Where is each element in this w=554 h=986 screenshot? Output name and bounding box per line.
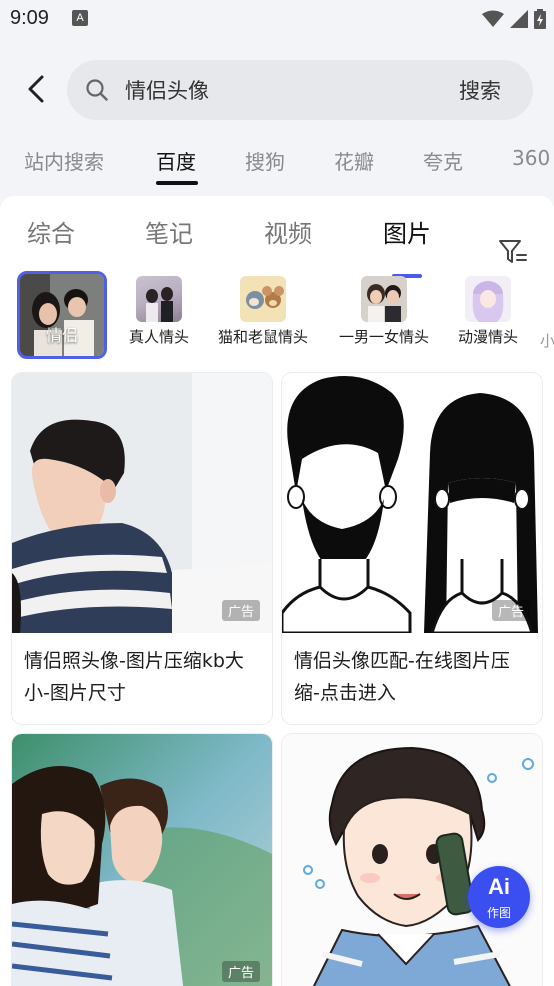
result-card[interactable]: 广告 情侣照头像-图片压缩kb大小-图片尺寸	[12, 373, 272, 724]
ai-draw-button[interactable]: Ai 作图	[468, 866, 530, 928]
wifi-icon	[482, 10, 504, 27]
chip-thumbnail	[136, 276, 182, 322]
tab-huaban[interactable]: 花瓣	[334, 146, 374, 175]
chip-label: 动漫情头	[457, 328, 518, 346]
search-box[interactable]: 搜索	[67, 60, 533, 120]
chip-label: 猫和老鼠情头	[217, 328, 308, 346]
chip-label: 一男一女情头	[338, 328, 429, 346]
filter-icon[interactable]	[498, 238, 528, 266]
ai-label: 作图	[486, 906, 511, 920]
result-card[interactable]: 广告 情侣头像匹配-在线图片压缩-点击进入	[282, 373, 542, 724]
result-caption: 情侣照头像-图片压缩kb大小-图片尺寸	[24, 650, 244, 704]
battery-icon	[534, 9, 546, 29]
result-image: 广告	[12, 734, 272, 986]
status-time: 9:09	[10, 7, 49, 29]
tab-site-search[interactable]: 站内搜索	[24, 146, 104, 175]
related-chips: 情侣 真人情头 猫和老鼠情头 一男一女情头 动漫情头 小	[0, 268, 554, 364]
ad-badge: 广告	[221, 961, 260, 982]
status-bar: 9:09 A	[0, 0, 554, 40]
chevron-left-icon	[28, 75, 44, 103]
tab-baidu[interactable]: 百度	[156, 146, 196, 175]
engine-tabs: 站内搜索 百度 搜狗 花瓣 夸克 360	[0, 140, 554, 190]
content-panel: 综合 笔记 视频 图片 情侣 真人情头 猫和老鼠情头 一男一女情头 动漫情头 小…	[0, 196, 554, 986]
ai-logo: Ai	[488, 874, 510, 899]
active-tab-indicator	[156, 181, 198, 185]
result-caption: 情侣头像匹配-在线图片压缩-点击进入	[294, 650, 510, 704]
search-row: 搜索	[0, 56, 554, 122]
result-image: 广告	[282, 373, 542, 633]
chip-label: 情侣	[45, 326, 78, 345]
result-image: 广告	[12, 373, 272, 633]
chip-overflow-indicator: 小	[540, 332, 554, 350]
chip-anime[interactable]: 动漫情头	[453, 276, 523, 347]
chip-boy-girl[interactable]: 一男一女情头	[333, 276, 435, 347]
tab-images[interactable]: 图片	[383, 214, 431, 249]
back-button[interactable]	[22, 74, 52, 104]
ad-badge: 广告	[491, 600, 530, 621]
chip-selected[interactable]: 情侣	[17, 271, 107, 359]
ad-badge: 广告	[221, 600, 260, 621]
result-card[interactable]: 广告	[12, 734, 272, 986]
content-type-tabs: 综合 笔记 视频 图片	[0, 214, 554, 278]
a-letter-icon: A	[72, 10, 88, 26]
chip-thumbnail	[361, 276, 407, 322]
tab-quark[interactable]: 夸克	[423, 146, 463, 175]
chip-tom-jerry[interactable]: 猫和老鼠情头	[211, 276, 315, 347]
search-submit-button[interactable]: 搜索	[459, 75, 501, 105]
result-image	[282, 734, 542, 986]
result-card[interactable]	[282, 734, 542, 986]
chip-thumbnail	[465, 276, 511, 322]
tab-videos[interactable]: 视频	[264, 214, 312, 249]
chip-thumbnail	[240, 276, 286, 322]
tab-all[interactable]: 综合	[27, 214, 75, 249]
tab-notes[interactable]: 笔记	[145, 214, 193, 249]
chip-real-person[interactable]: 真人情头	[125, 276, 193, 347]
signal-icon	[510, 10, 528, 28]
search-icon	[86, 79, 108, 101]
tab-360[interactable]: 360	[512, 146, 550, 170]
status-icons	[482, 8, 546, 30]
tab-sogou[interactable]: 搜狗	[245, 146, 285, 175]
search-input[interactable]	[125, 75, 425, 105]
chip-label: 真人情头	[128, 328, 189, 346]
